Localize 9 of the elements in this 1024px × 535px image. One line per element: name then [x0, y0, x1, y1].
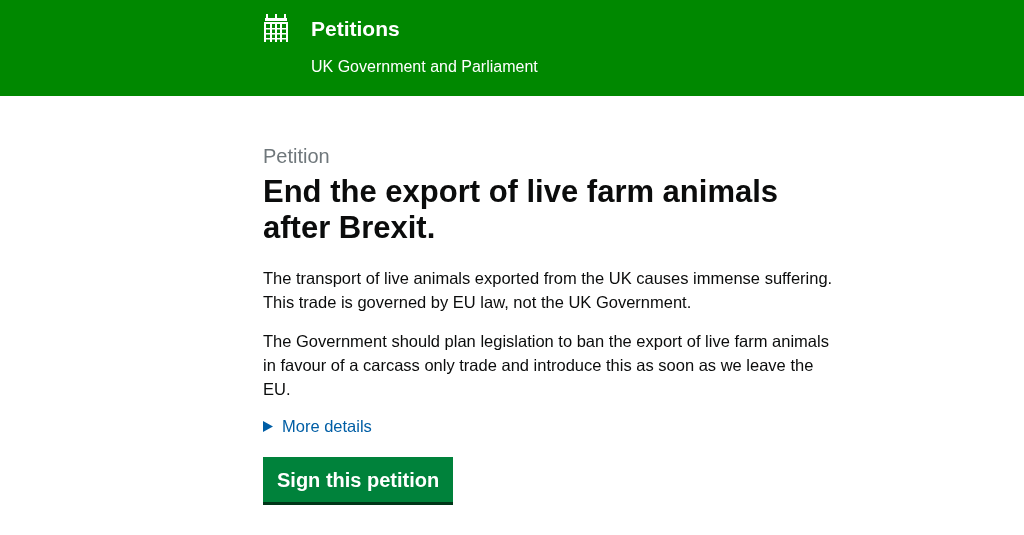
- petition-text: The transport of live animals exported from the UK causes immense suffering. This trade is governed by EU law, not the UK Government.: [263, 268, 834, 313]
- more-details-link[interactable]: More details: [282, 414, 372, 438]
- site-title[interactable]: Petitions: [311, 14, 538, 44]
- site-subtitle: UK Government and Parliament: [311, 57, 538, 77]
- portcullis-icon: [263, 14, 289, 42]
- petition-title: End the export of live farm animals after Brexit.: [263, 174, 780, 246]
- page-caption: Petition: [263, 144, 331, 168]
- petition-text: The Government should plan legislation to ban the export of live farm animals in favour of a carcass only trade and introduce this as soon as we leave the EU.: [263, 331, 830, 400]
- sign-petition-button[interactable]: Sign this petition: [263, 457, 454, 502]
